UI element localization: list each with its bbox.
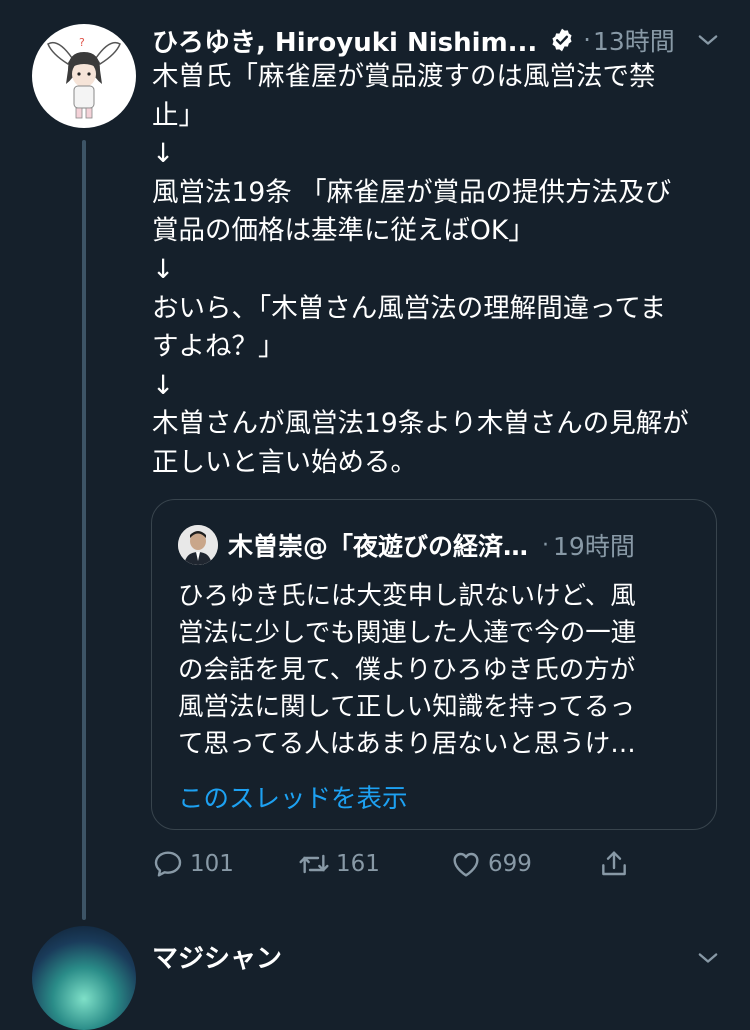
tweet-time[interactable]: 13時間 [593, 22, 675, 58]
next-tweet-avatar[interactable] [32, 926, 136, 1030]
separator-dot: · [542, 532, 550, 558]
quoted-line: 営法に少しでも関連した人達で今の一連 [178, 618, 637, 648]
next-tweet-author-name[interactable]: マジシャン [152, 944, 282, 974]
tweet-line: 賞品の価格は基準に従えばOK」 [152, 215, 535, 247]
retweet-icon [299, 854, 329, 874]
tweet-line: ↓ [152, 253, 175, 285]
like-icon [453, 852, 479, 877]
quoted-tweet-time: 19時間 [553, 532, 635, 561]
chevron-down-icon[interactable] [694, 26, 722, 54]
like-button[interactable]: 699 [450, 842, 532, 886]
tweet-line: ↓ [152, 138, 175, 170]
tweet-line: 木曽さんが風営法19条より木曽さんの見解が [152, 408, 689, 440]
quoted-line: 風営法に関して正しい知識を持ってるっ [178, 692, 635, 722]
separator-dot: · [583, 26, 591, 54]
tweet-line: ↓ [152, 369, 175, 401]
tweet-header: ひろゆき, Hiroyuki Nishim... · 13時間 [152, 22, 722, 58]
tweet-line: 木曽氏「麻雀屋が賞品渡すのは風営法で禁 [152, 61, 656, 92]
quoted-author-avatar [178, 525, 218, 565]
author-name[interactable]: ひろゆき, Hiroyuki Nishim... [152, 22, 537, 59]
tweet-actions: 101 161 699 [152, 842, 652, 886]
quoted-tweet-header: 木曽崇@「夜遊びの経済… · 19時間 [178, 522, 698, 568]
share-button[interactable] [598, 842, 630, 886]
quoted-author-name: 木曽崇@「夜遊びの経済… [228, 532, 529, 561]
tweet-body: 木曽氏「麻雀屋が賞品渡すのは風営法で禁 止」 ↓ 風営法19条 「麻雀屋が賞品の… [152, 58, 722, 483]
thread-connector-line [82, 140, 86, 920]
tweet-line: 止」 [152, 99, 205, 131]
verified-badge-icon [552, 28, 572, 52]
chevron-down-icon[interactable] [694, 944, 722, 972]
author-avatar[interactable]: ? [32, 24, 136, 128]
tweet-line: すよね？」 [152, 331, 285, 363]
quoted-tweet-body: ひろゆき氏には大変申し訳ないけど、風 営法に少しでも関連した人達で今の一連 の会… [178, 578, 698, 763]
quoted-line: ひろゆき氏には大変申し訳ないけど、風 [178, 581, 636, 611]
reply-count: 101 [190, 851, 234, 877]
retweet-button[interactable]: 161 [298, 842, 380, 886]
tweet-line: 風営法19条 「麻雀屋が賞品の提供方法及び [152, 176, 672, 208]
reply-button[interactable]: 101 [152, 842, 234, 886]
tweet-line: 正しいと言い始める。 [152, 446, 417, 478]
like-count: 699 [488, 851, 532, 877]
next-tweet-header: マジシャン [152, 938, 722, 978]
quoted-line: て思ってる人はあまり居ないと思うけ… [178, 729, 636, 759]
reply-icon [154, 851, 182, 877]
svg-text:?: ? [79, 36, 85, 49]
tweet-line: おいら、「木曽さん風営法の理解間違ってま [152, 292, 667, 324]
retweet-count: 161 [336, 851, 380, 877]
quoted-line: の会話を見て、僕よりひろゆき氏の方が [178, 655, 636, 685]
quoted-tweet-card[interactable]: 木曽崇@「夜遊びの経済… · 19時間 ひろゆき氏には大変申し訳ないけど、風 営… [151, 499, 717, 830]
show-thread-link[interactable]: このスレッドを表示 [178, 778, 408, 815]
share-icon [602, 851, 626, 876]
